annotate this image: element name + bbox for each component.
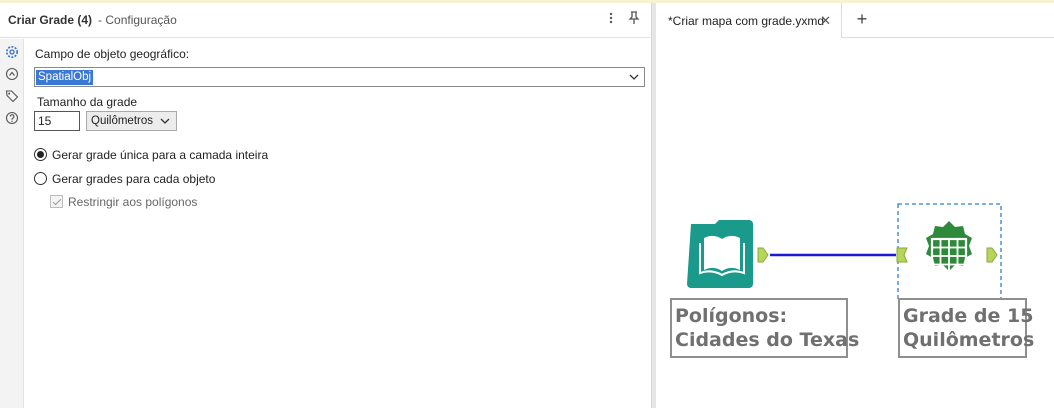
config-sidebar xyxy=(0,39,24,408)
spatial-field-value: SpatialObj xyxy=(36,70,94,85)
grid-node-label-line1: Grade de 15 xyxy=(903,305,1034,327)
spatial-field-label: Campo de objeto geográfico: xyxy=(35,47,190,61)
pin-icon[interactable] xyxy=(626,11,642,29)
unit-select[interactable]: Quilômetros xyxy=(86,111,177,131)
kebab-menu-icon[interactable] xyxy=(603,11,619,29)
config-title: Criar Grade (4) xyxy=(8,13,93,27)
input-node-label-line1: Polígonos: xyxy=(675,305,788,327)
workflow-canvas[interactable]: Polígonos: Cidades do Texas Grade de 15 … xyxy=(656,38,1054,408)
output-anchor[interactable] xyxy=(986,247,998,263)
chevron-down-icon xyxy=(159,115,171,129)
grid-size-input[interactable]: 15 xyxy=(34,111,80,131)
radio-each-object[interactable] xyxy=(34,172,47,185)
tab-workflow-label: *Criar mapa com grade.yxmd xyxy=(668,13,825,28)
radio-single-grid-label[interactable]: Gerar grade única para a camada inteira xyxy=(52,148,268,162)
arrows-icon[interactable] xyxy=(5,67,19,81)
grid-node-label: Grade de 15 Quilômetros xyxy=(898,298,1035,358)
restrict-polygons-label: Restringir aos polígonos xyxy=(68,195,198,209)
restrict-polygons-checkbox[interactable] xyxy=(50,195,63,208)
input-anchor[interactable] xyxy=(896,247,908,263)
configuration-panel: Criar Grade (4) - Configuração Campo de … xyxy=(0,3,652,408)
grid-size-label: Tamanho da grade xyxy=(37,95,138,109)
workflow-tabbar: *Criar mapa com grade.yxmd ✕ + xyxy=(656,3,1054,38)
grid-node-label-line2: Quilômetros xyxy=(903,329,1035,351)
input-node-label: Polígonos: Cidades do Texas xyxy=(670,298,860,358)
config-header: Criar Grade (4) - Configuração xyxy=(0,3,652,38)
radio-single-grid[interactable] xyxy=(34,148,47,161)
tab-workflow[interactable]: *Criar mapa com grade.yxmd ✕ xyxy=(656,3,842,38)
spatial-field-select[interactable]: SpatialObj xyxy=(34,67,645,87)
config-subtitle: - Configuração xyxy=(98,13,177,27)
unit-select-value: Quilômetros xyxy=(91,115,153,127)
input-node-label-line2: Cidades do Texas xyxy=(675,329,860,351)
gear-icon[interactable] xyxy=(5,45,19,59)
grid-node[interactable] xyxy=(896,203,1002,300)
add-tab-button[interactable]: + xyxy=(852,9,872,30)
chevron-down-icon xyxy=(628,70,640,84)
close-icon[interactable]: ✕ xyxy=(820,13,831,29)
output-anchor[interactable] xyxy=(757,247,769,263)
help-icon[interactable] xyxy=(5,111,19,125)
input-node[interactable] xyxy=(687,220,769,288)
tag-icon[interactable] xyxy=(5,89,19,103)
radio-each-object-label[interactable]: Gerar grades para cada objeto xyxy=(52,172,215,186)
